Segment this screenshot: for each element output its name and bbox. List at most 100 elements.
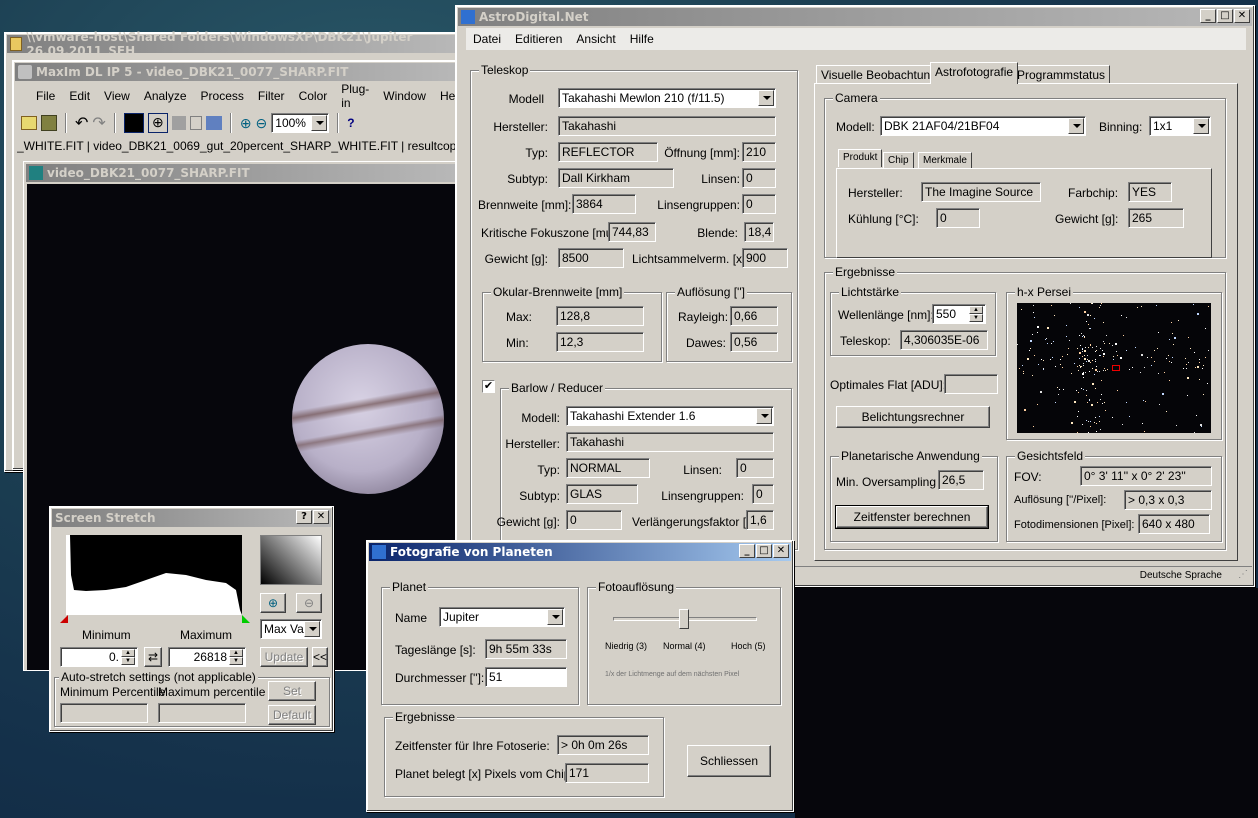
- resolution-slider-thumb[interactable]: [679, 609, 689, 629]
- menu-file[interactable]: File: [29, 89, 62, 103]
- collapse-button[interactable]: <<: [312, 647, 328, 667]
- star: [1077, 432, 1078, 433]
- zoom-select[interactable]: 100%: [271, 113, 330, 133]
- planeten-titlebar[interactable]: Fotografie von Planeten _ □ ✕: [369, 543, 791, 561]
- lock-icon[interactable]: [189, 116, 202, 130]
- slider-label-high: Hoch (5): [731, 641, 766, 651]
- properties-icon[interactable]: [205, 116, 222, 130]
- menu-window[interactable]: Window: [376, 89, 433, 103]
- save-icon[interactable]: [41, 115, 57, 131]
- zeitfenster-berechnen-button[interactable]: Zeitfenster berechnen: [835, 505, 989, 529]
- maxim-toolbar: ↶ ↷ ⊕ ⊕ ⊖ 100% ?: [21, 111, 461, 135]
- image-titlebar[interactable]: video_DBK21_0077_SHARP.FIT: [26, 164, 456, 182]
- star: [1086, 420, 1087, 421]
- barlow-modell-select[interactable]: Takahashi Extender 1.6: [566, 406, 774, 426]
- binning-select[interactable]: 1x1: [1149, 116, 1211, 136]
- barlow-checkbox[interactable]: ✔: [482, 380, 495, 393]
- plugin-icon[interactable]: [171, 116, 186, 130]
- star: [1107, 369, 1108, 370]
- zoom-out-icon[interactable]: ⊖: [256, 115, 268, 132]
- zoom-out-button[interactable]: ⊖: [296, 593, 322, 613]
- default-button[interactable]: Default: [268, 705, 316, 725]
- star: [1095, 361, 1096, 362]
- menu-ansicht[interactable]: Ansicht: [569, 32, 622, 46]
- subtab-chip[interactable]: Chip: [883, 152, 914, 168]
- resize-grip-icon[interactable]: ⋰: [1238, 569, 1248, 580]
- menu-analyze[interactable]: Analyze: [137, 89, 194, 103]
- minimum-spinner[interactable]: ▲ ▼: [121, 649, 135, 665]
- star: [1090, 345, 1091, 346]
- minimum-input[interactable]: 0. ▲ ▼: [60, 647, 138, 667]
- close-button[interactable]: ✕: [773, 544, 789, 558]
- crosshair-icon[interactable]: ⊕: [147, 113, 168, 133]
- maximize-button[interactable]: □: [756, 544, 772, 558]
- star: [1164, 372, 1165, 373]
- menu-color[interactable]: Color: [292, 89, 335, 103]
- belichtungsrechner-button[interactable]: Belichtungsrechner: [836, 406, 990, 428]
- menu-plugin[interactable]: Plug-in: [334, 82, 376, 110]
- subtab-produkt[interactable]: Produkt: [838, 149, 883, 167]
- durchmesser-input[interactable]: 51: [485, 667, 567, 687]
- redo-icon[interactable]: ↷: [92, 113, 105, 133]
- star-field-preview[interactable]: [1017, 303, 1211, 433]
- minimize-button[interactable]: _: [739, 544, 755, 558]
- histogram[interactable]: [66, 535, 242, 615]
- fov-field: 0° 3' 11'' x 0° 2' 23'': [1080, 466, 1212, 486]
- menu-editieren[interactable]: Editieren: [508, 32, 569, 46]
- menu-datei[interactable]: Datei: [466, 32, 508, 46]
- open-folder-icon[interactable]: [21, 116, 37, 130]
- tab-programmstatus[interactable]: Programmstatus: [1012, 65, 1111, 84]
- help-cursor-icon[interactable]: ?: [347, 116, 354, 130]
- astrodigital-titlebar[interactable]: AstroDigital.Net _ □ ✕: [458, 8, 1252, 26]
- camera-hersteller-field: The Imagine Source: [921, 182, 1041, 202]
- update-button[interactable]: Update: [260, 647, 308, 667]
- subtab-merkmale[interactable]: Merkmale: [918, 152, 972, 168]
- tab-visuelle-beobachtung[interactable]: Visuelle Beobachtung: [816, 65, 942, 84]
- star: [1055, 366, 1056, 367]
- maximum-spinner[interactable]: ▲ ▼: [229, 649, 243, 665]
- stretch-mode-select[interactable]: Max Val: [260, 619, 322, 639]
- menu-process[interactable]: Process: [194, 89, 251, 103]
- min-marker-icon[interactable]: [60, 615, 68, 623]
- max-marker-icon[interactable]: [242, 615, 250, 623]
- camera-modell-select[interactable]: DBK 21AF04/21BF04: [880, 116, 1086, 136]
- screen-stretch-icon[interactable]: [123, 113, 144, 133]
- star: [1066, 325, 1067, 326]
- zoom-in-button[interactable]: ⊕: [260, 593, 286, 613]
- max-percentile-input[interactable]: [158, 703, 246, 723]
- menu-view[interactable]: View: [97, 89, 137, 103]
- menu-filter[interactable]: Filter: [251, 89, 292, 103]
- okular-max-field: 128,8: [556, 306, 644, 326]
- undo-icon[interactable]: ↶: [75, 113, 88, 133]
- minimize-button[interactable]: _: [1200, 9, 1216, 23]
- licht-field: 900: [742, 248, 788, 268]
- menu-hilfe[interactable]: Hilfe: [623, 32, 661, 46]
- maximize-button[interactable]: □: [1217, 9, 1233, 23]
- close-button[interactable]: ✕: [1234, 9, 1250, 23]
- explorer-titlebar[interactable]: \\vmware-host\Shared Folders\WindowsXP\D…: [7, 30, 457, 58]
- menu-edit[interactable]: Edit: [62, 89, 97, 103]
- planet-name-select[interactable]: Jupiter: [439, 607, 565, 627]
- star: [1172, 357, 1173, 358]
- tab-astrofotografie[interactable]: Astrofotografie: [930, 62, 1019, 84]
- screen-stretch-titlebar[interactable]: Screen Stretch ? ✕: [52, 509, 331, 527]
- close-button[interactable]: ✕: [313, 510, 329, 524]
- star: [1168, 355, 1169, 356]
- star: [1063, 389, 1064, 390]
- schliessen-button[interactable]: Schliessen: [687, 745, 771, 777]
- maximum-input[interactable]: 26818 ▲ ▼: [168, 647, 246, 667]
- min-percentile-input[interactable]: [60, 703, 148, 723]
- star: [1033, 312, 1034, 313]
- maxim-titlebar[interactable]: MaxIm DL IP 5 - video_DBK21_0077_SHARP.F…: [15, 63, 459, 81]
- set-button[interactable]: Set: [268, 681, 316, 701]
- star: [1090, 344, 1091, 345]
- teleskop-modell-select[interactable]: Takahashi Mewlon 210 (f/11.5): [558, 88, 776, 108]
- star: [1145, 401, 1146, 402]
- selection-marker[interactable]: [1112, 365, 1120, 371]
- help-button[interactable]: ?: [296, 510, 312, 524]
- swap-button[interactable]: ⇄: [144, 647, 162, 667]
- zoom-in-icon[interactable]: ⊕: [240, 115, 252, 132]
- wellenlaenge-input[interactable]: 550 ▲ ▼: [932, 304, 986, 324]
- wellenlaenge-spinner[interactable]: ▲ ▼: [969, 306, 983, 322]
- document-tabs[interactable]: _WHITE.FIT | video_DBK21_0069_gut_20perc…: [17, 139, 457, 153]
